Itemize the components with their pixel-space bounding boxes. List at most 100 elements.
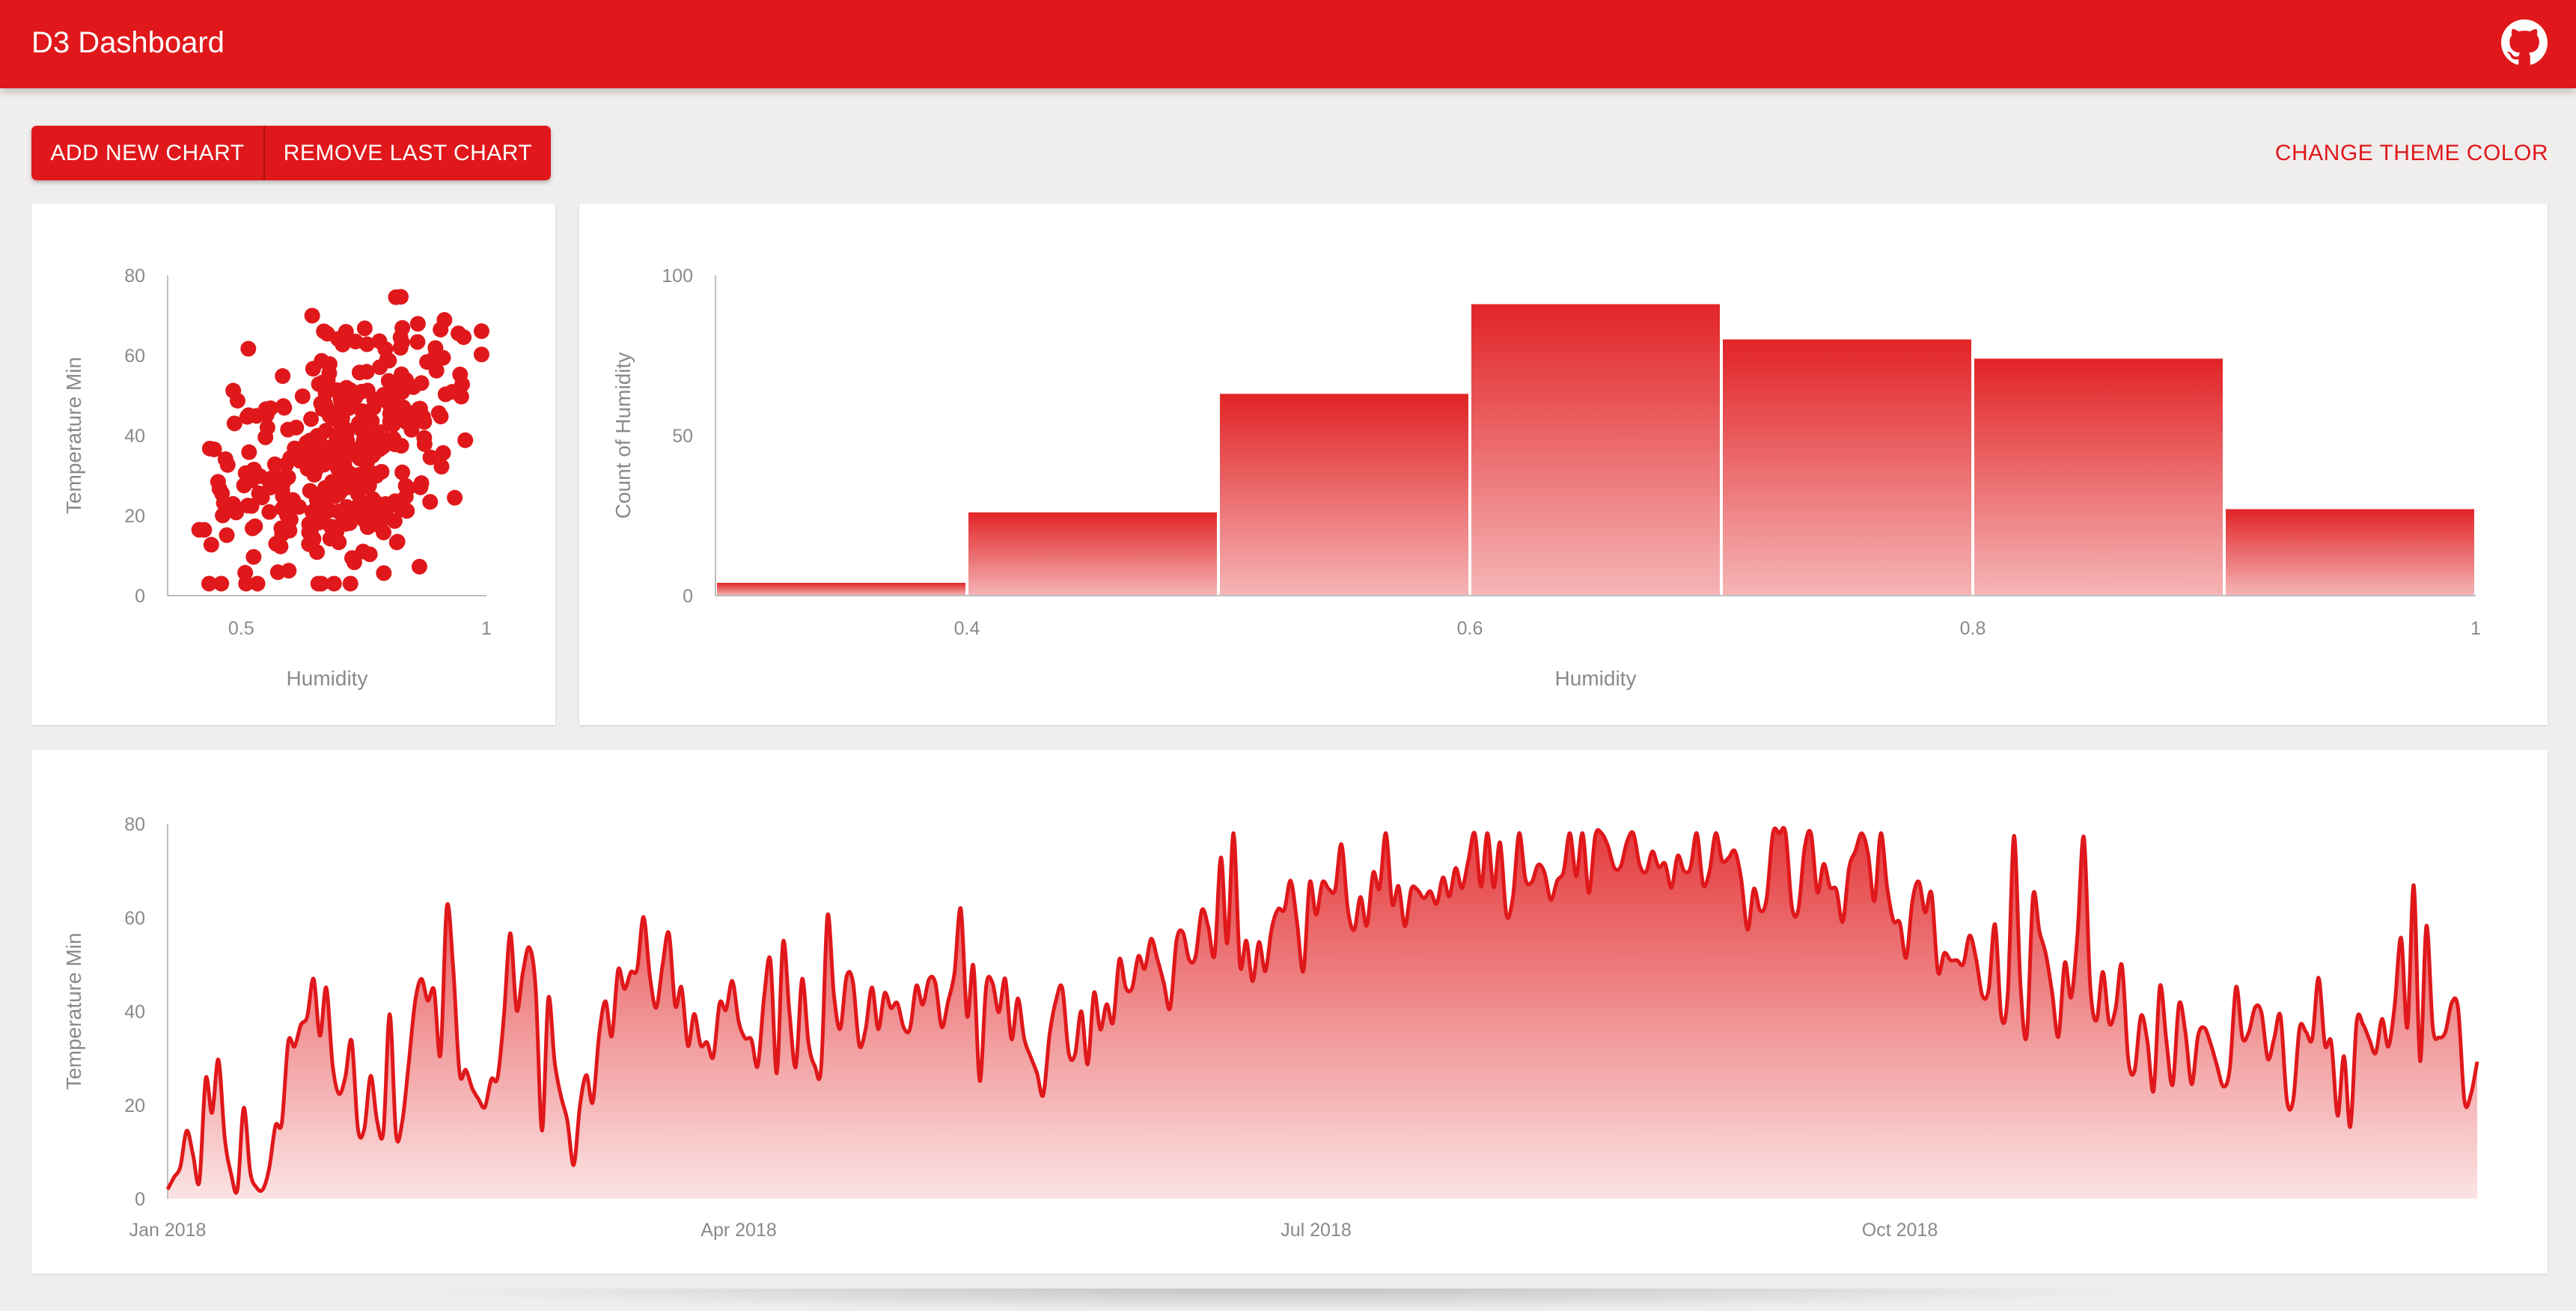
scatter-point <box>331 534 347 551</box>
scatter-point <box>245 548 262 565</box>
scatter-point <box>454 376 470 393</box>
scatter-point <box>393 438 409 454</box>
scatter-point <box>473 323 489 340</box>
histogram-x-tick-label: 0.4 <box>954 618 980 639</box>
change-theme-button[interactable]: CHANGE THEME COLOR <box>2260 126 2548 180</box>
scatter-point <box>276 400 293 416</box>
scatter-point <box>280 492 296 508</box>
scatter-point <box>416 414 433 430</box>
scatter-point <box>361 477 377 494</box>
scatter-point <box>310 575 326 592</box>
scatter-point <box>219 456 236 473</box>
scatter-point <box>388 401 405 418</box>
scatter-point <box>393 289 409 305</box>
scatter-point <box>288 419 305 436</box>
histogram-bar <box>1723 339 1971 596</box>
scatter-point <box>376 387 392 403</box>
scatter-point <box>473 346 489 363</box>
scatter-point <box>366 445 382 462</box>
scatter-point <box>305 361 321 377</box>
scatter-x-tick-label: 1 <box>481 618 492 639</box>
histogram-bar <box>968 512 1217 596</box>
scatter-point <box>328 433 344 450</box>
scatter-point <box>436 312 453 328</box>
histogram-bar <box>717 582 965 596</box>
scatter-point <box>352 418 369 435</box>
scatter-point <box>326 575 342 592</box>
scatter-point <box>394 464 411 480</box>
scatter-point <box>346 554 362 570</box>
scatter-point <box>244 465 260 481</box>
scatter-y-tick-label: 80 <box>124 266 145 287</box>
scatter-point <box>321 407 338 424</box>
scatter-point <box>335 336 351 352</box>
scatter-point <box>409 316 426 332</box>
scatter-point <box>339 510 355 526</box>
scatter-point <box>272 538 289 554</box>
scatter-point <box>281 522 298 539</box>
histogram-x-tick-label: 1 <box>2470 618 2481 639</box>
histogram-y-tick-label: 0 <box>683 586 693 607</box>
histogram-y-tick-label: 100 <box>662 266 693 287</box>
card-shadow <box>389 1289 2170 1311</box>
scatter-point <box>397 489 414 505</box>
scatter-point <box>206 441 222 457</box>
scatter-point <box>356 320 373 337</box>
app-title: D3 Dashboard <box>31 26 225 59</box>
scatter-point <box>237 564 254 581</box>
scatter-point <box>304 308 320 324</box>
scatter-point <box>372 359 388 376</box>
histogram-bar <box>2226 509 2474 596</box>
scatter-point <box>275 368 291 385</box>
area-x-tick-label: Oct 2018 <box>1862 1220 1938 1241</box>
scatter-point <box>456 329 472 346</box>
remove-chart-button[interactable]: REMOVE LAST CHART <box>265 126 551 180</box>
scatter-point <box>457 432 474 448</box>
area-y-tick-label: 40 <box>124 1002 145 1023</box>
scatter-point <box>281 563 297 579</box>
scatter-points <box>191 289 489 592</box>
scatter-point <box>241 444 257 460</box>
histogram-bar <box>1220 394 1468 596</box>
scatter-point <box>261 504 278 520</box>
scatter-point <box>332 391 349 407</box>
scatter-chart: 0 20 40 60 80 0.5 1 Humidity Temperature Min <box>62 266 492 690</box>
area-x-tick-label: Apr 2018 <box>701 1220 776 1241</box>
add-chart-button[interactable]: ADD NEW CHART <box>31 126 265 180</box>
scatter-point <box>376 565 392 581</box>
scatter-y-tick-label: 20 <box>124 506 145 527</box>
area-y-tick-label: 80 <box>124 814 145 835</box>
app-bar: D3 Dashboard <box>0 0 2576 88</box>
scatter-point <box>394 379 411 396</box>
area-x-tick-label: Jul 2018 <box>1281 1220 1352 1241</box>
scatter-x-tick-label: 0.5 <box>228 618 254 639</box>
scatter-point <box>240 340 257 357</box>
scatter-point <box>321 365 338 382</box>
scatter-point <box>225 382 242 399</box>
scatter-y-axis-label: Temperature Min <box>62 357 85 514</box>
github-icon[interactable] <box>2501 19 2548 66</box>
scatter-point <box>337 451 353 468</box>
scatter-x-axis-label: Humidity <box>287 667 368 690</box>
scatter-point <box>352 495 369 512</box>
scatter-point <box>263 400 279 417</box>
scatter-point <box>389 534 406 550</box>
histogram-x-tick-label: 0.8 <box>1960 618 1986 639</box>
scatter-point <box>394 334 410 351</box>
scatter-point <box>335 404 351 421</box>
scatter-y-tick-label: 0 <box>135 586 145 607</box>
scatter-point <box>422 449 439 465</box>
area-y-tick-label: 60 <box>124 908 145 929</box>
scatter-point <box>299 447 316 463</box>
scatter-point <box>301 524 317 540</box>
scatter-point <box>228 504 245 521</box>
scatter-point <box>409 334 426 350</box>
scatter-point <box>303 411 320 427</box>
scatter-y-tick-label: 40 <box>124 426 145 447</box>
histogram-y-tick-label: 50 <box>672 426 693 447</box>
area-x-tick-label: Jan 2018 <box>129 1220 207 1241</box>
scatter-point <box>317 385 334 401</box>
area-y-tick-label: 20 <box>124 1095 145 1116</box>
scatter-point <box>426 350 442 367</box>
scatter-point <box>214 485 231 501</box>
